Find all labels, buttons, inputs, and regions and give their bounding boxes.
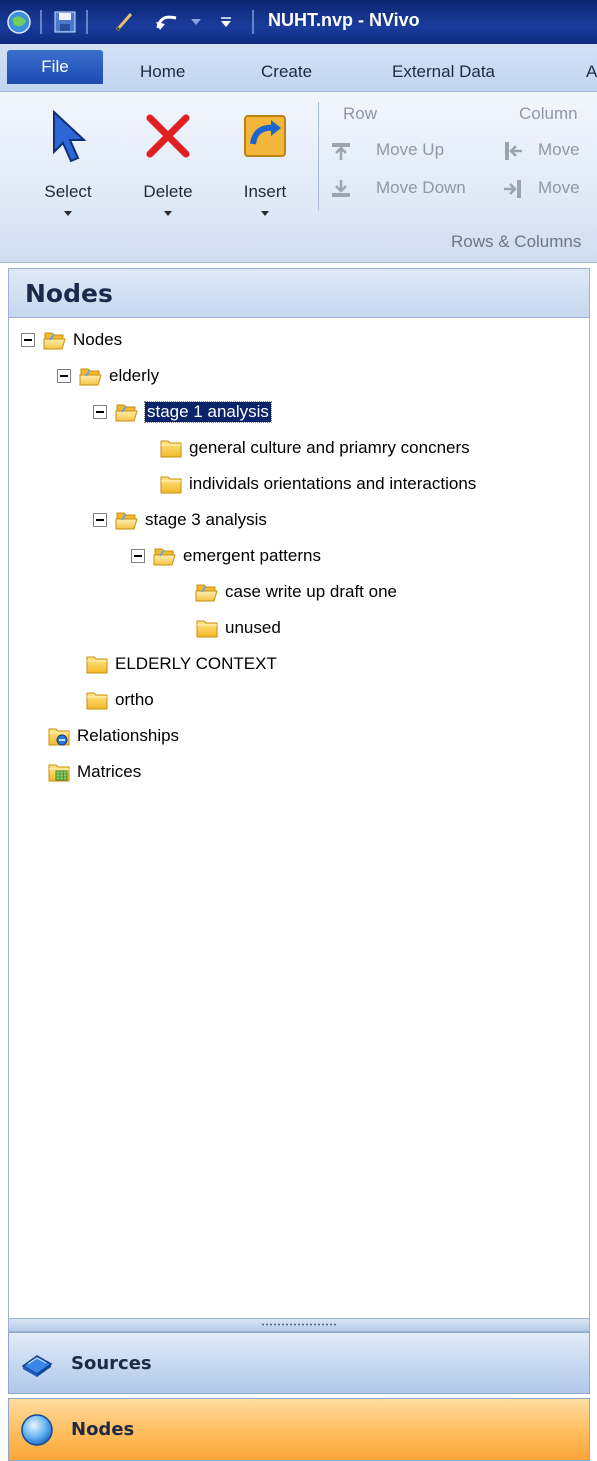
move-up-icon xyxy=(332,143,350,160)
panel-header: Nodes xyxy=(8,268,590,318)
tree-item-nodes[interactable]: Nodes xyxy=(21,324,122,356)
tree-item-label: unused xyxy=(225,618,281,637)
folder-open-icon xyxy=(153,545,177,567)
tree-item-label: stage 3 analysis xyxy=(145,510,267,529)
panel-title: Nodes xyxy=(25,279,113,308)
title-bar: NUHT.nvp - NVivo xyxy=(0,0,597,44)
tree-item-label: ortho xyxy=(115,690,154,709)
matrices-folder-icon xyxy=(47,761,71,783)
undo-icon[interactable] xyxy=(150,9,184,35)
tree-item-label: ELDERLY CONTEXT xyxy=(115,654,277,673)
undo-dropdown-icon[interactable] xyxy=(186,9,206,35)
move-left-icon xyxy=(505,142,522,160)
folder-icon xyxy=(85,653,109,675)
insert-icon xyxy=(244,115,286,157)
node-tree[interactable]: Nodes elderly stage 1 analysis general c… xyxy=(8,318,590,1318)
move-right-icon xyxy=(504,180,521,198)
sources-icon xyxy=(21,1355,53,1377)
move-down-icon xyxy=(332,180,350,197)
tree-item-emergent-patterns[interactable]: emergent patterns xyxy=(131,540,321,572)
chevron-down-icon xyxy=(261,211,269,216)
folder-open-icon xyxy=(43,329,67,351)
collapse-icon[interactable] xyxy=(21,333,35,347)
splitter-grip-icon xyxy=(261,1323,337,1326)
folder-open-icon xyxy=(79,365,103,387)
chevron-down-icon xyxy=(64,211,72,216)
move-right-button[interactable]: Move xyxy=(538,178,580,198)
tab-create[interactable]: Create xyxy=(261,62,312,82)
customize-toolbar-icon[interactable] xyxy=(214,9,238,35)
folder-open-icon xyxy=(195,581,219,603)
ribbon-group-label: Rows & Columns xyxy=(451,232,582,251)
select-button[interactable]: Select xyxy=(28,100,108,220)
relationships-folder-icon xyxy=(47,725,71,746)
column-label: Column xyxy=(519,104,578,123)
move-down-button[interactable]: Move Down xyxy=(376,178,466,198)
ribbon-separator xyxy=(318,102,319,210)
nav-sources-label: Sources xyxy=(71,1353,152,1374)
tree-item-elderly[interactable]: elderly xyxy=(57,360,159,392)
tree-item-label: stage 1 analysis xyxy=(144,401,272,423)
tree-item-label: emergent patterns xyxy=(183,546,321,565)
window-title: NUHT.nvp - NVivo xyxy=(268,10,420,30)
nav-sources-button[interactable]: Sources xyxy=(8,1332,590,1394)
separator xyxy=(86,10,88,34)
collapse-icon[interactable] xyxy=(131,549,145,563)
move-left-button[interactable]: Move xyxy=(538,140,580,160)
ribbon: Select Delete Insert Row Column Move Up … xyxy=(0,92,597,263)
tab-external-data[interactable]: External Data xyxy=(392,62,495,82)
app-logo-icon[interactable] xyxy=(4,9,34,35)
folder-icon xyxy=(195,617,219,639)
tree-item-label: case write up draft one xyxy=(225,582,397,601)
tree-item-label: Nodes xyxy=(73,330,123,349)
panel-splitter[interactable] xyxy=(8,1318,590,1332)
select-arrow-icon xyxy=(53,109,87,163)
tree-item-elderly-context[interactable]: ELDERLY CONTEXT xyxy=(85,648,277,680)
edit-icon[interactable] xyxy=(110,9,140,35)
tree-item-label: Relationships xyxy=(77,726,180,745)
tree-item-stage-1-analysis[interactable]: stage 1 analysis xyxy=(93,396,272,428)
row-label: Row xyxy=(343,104,378,123)
delete-label: Delete xyxy=(143,182,193,201)
insert-label: Insert xyxy=(243,182,287,201)
nodes-icon xyxy=(21,1414,53,1446)
folder-open-icon xyxy=(115,401,139,423)
tab-file[interactable]: File xyxy=(7,50,103,84)
tree-item-ortho[interactable]: ortho xyxy=(85,684,154,716)
delete-button[interactable]: Delete xyxy=(128,100,208,220)
ribbon-tab-bar: File Home Create External Data A xyxy=(0,44,597,92)
select-label: Select xyxy=(44,182,92,201)
collapse-icon[interactable] xyxy=(93,405,107,419)
nav-nodes-button[interactable]: Nodes xyxy=(8,1398,590,1461)
tree-item-stage-3-analysis[interactable]: stage 3 analysis xyxy=(93,504,267,536)
tree-item-case-write-up[interactable]: case write up draft one xyxy=(195,576,397,608)
folder-icon xyxy=(85,689,109,711)
tab-home[interactable]: Home xyxy=(140,62,185,82)
folder-open-icon xyxy=(115,509,139,531)
folder-icon xyxy=(159,437,183,459)
tree-item-individuals[interactable]: individals orientations and interactions xyxy=(159,468,476,500)
tree-item-general-culture[interactable]: general culture and priamry concners xyxy=(159,432,470,464)
tree-item-label: elderly xyxy=(109,366,160,385)
collapse-icon[interactable] xyxy=(57,369,71,383)
separator xyxy=(252,10,254,34)
tree-item-label: individals orientations and interactions xyxy=(189,474,477,493)
insert-button[interactable]: Insert xyxy=(225,100,305,220)
folder-icon xyxy=(159,473,183,495)
tree-item-relationships[interactable]: Relationships xyxy=(47,720,179,752)
chevron-down-icon xyxy=(164,211,172,216)
delete-x-icon xyxy=(146,114,190,158)
save-icon[interactable] xyxy=(50,9,80,35)
tree-item-label: Matrices xyxy=(77,762,142,781)
tree-item-unused[interactable]: unused xyxy=(195,612,281,644)
tree-item-label: general culture and priamry concners xyxy=(189,438,470,457)
move-up-button[interactable]: Move Up xyxy=(376,140,444,160)
tab-overflow[interactable]: A xyxy=(586,62,597,82)
tree-item-matrices[interactable]: Matrices xyxy=(47,756,141,788)
collapse-icon[interactable] xyxy=(93,513,107,527)
separator xyxy=(40,10,42,34)
nav-nodes-label: Nodes xyxy=(71,1419,135,1440)
